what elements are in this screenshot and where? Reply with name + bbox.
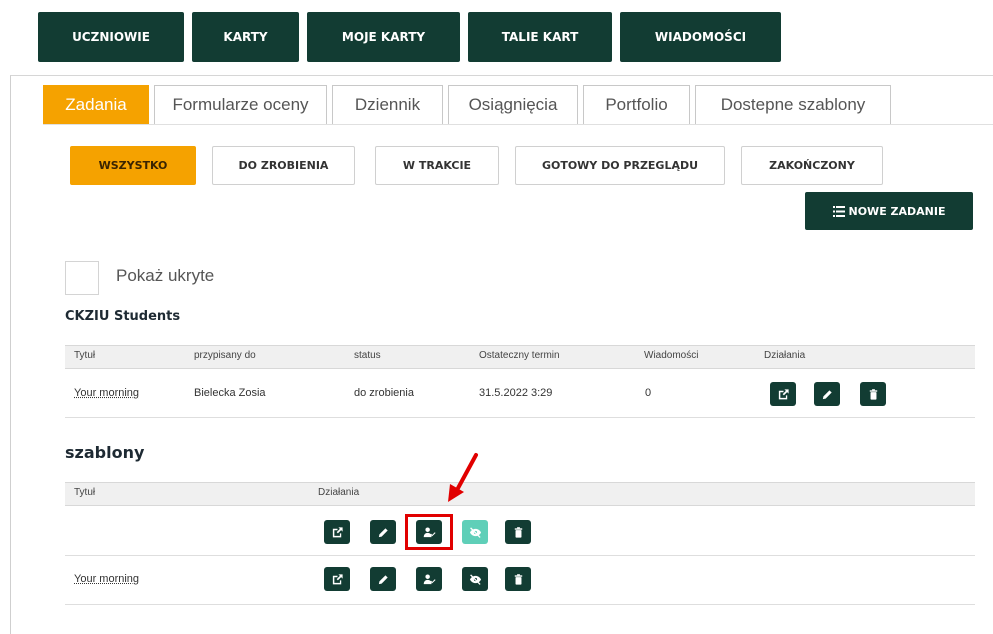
message-count: 0 — [645, 387, 652, 399]
template-title-link[interactable]: Your morning — [74, 573, 139, 585]
new-task-label: NOWE ZADANIE — [848, 204, 946, 218]
col-actions: Działania — [318, 487, 360, 498]
open-template-button[interactable] — [324, 520, 350, 544]
tab-dziennik[interactable]: Dziennik — [332, 85, 443, 124]
tab-bar: Zadania Formularze oceny Dziennik Osiągn… — [43, 85, 891, 124]
delete-template-button[interactable] — [505, 567, 531, 591]
col-title: Tytuł — [74, 487, 96, 498]
col-status: status — [354, 350, 381, 361]
hide-template-button[interactable] — [462, 520, 488, 544]
tab-osiagniecia[interactable]: Osiągnięcia — [448, 85, 578, 124]
row-divider — [65, 417, 975, 418]
edit-template-button[interactable] — [370, 567, 396, 591]
assign-template-button[interactable] — [416, 567, 442, 591]
eye-slash-icon — [469, 573, 481, 585]
status-filters: WSZYSTKO DO ZROBIENIA W TRAKCIE GOTOWY D… — [70, 146, 883, 185]
edit-task-button[interactable] — [814, 382, 840, 406]
task-status: do zrobienia — [354, 387, 414, 399]
trash-icon — [514, 526, 522, 538]
external-link-icon — [332, 573, 343, 584]
assign-user-icon — [423, 573, 436, 584]
list-icon — [832, 205, 845, 217]
group-title-templates: szablony — [65, 443, 145, 462]
open-task-button[interactable] — [770, 382, 796, 406]
nav-wiadomosci-button[interactable]: WIADOMOŚCI — [620, 12, 781, 62]
students-table-header: Tytuł przypisany do status Ostateczny te… — [65, 345, 975, 369]
filter-w-trakcie-button[interactable]: W TRAKCIE — [375, 146, 499, 185]
new-task-button[interactable]: NOWE ZADANIE — [805, 192, 973, 230]
col-assigned: przypisany do — [194, 350, 256, 361]
col-title: Tytuł — [74, 350, 96, 361]
col-deadline: Ostateczny termin — [479, 350, 560, 361]
nav-moje-karty-button[interactable]: MOJE KARTY — [307, 12, 460, 62]
templates-table-header: Tytuł Działania — [65, 482, 975, 506]
task-title-link[interactable]: Your morning — [74, 387, 139, 399]
col-actions: Działania — [764, 350, 806, 361]
task-deadline: 31.5.2022 3:29 — [479, 387, 553, 399]
group-title-students: CKZIU Students — [65, 309, 181, 324]
delete-template-button[interactable] — [505, 520, 531, 544]
filter-gotowy-do-przegladu-button[interactable]: GOTOWY DO PRZEGLĄDU — [515, 146, 725, 185]
nav-karty-button[interactable]: KARTY — [192, 12, 299, 62]
tab-portfolio[interactable]: Portfolio — [583, 85, 690, 124]
trash-icon — [514, 573, 522, 585]
row-divider — [65, 604, 975, 605]
tab-zadania[interactable]: Zadania — [43, 85, 149, 124]
tab-dostepne-szablony[interactable]: Dostepne szablony — [695, 85, 891, 124]
highlight-box — [405, 514, 453, 550]
show-hidden-checkbox[interactable] — [65, 261, 99, 295]
filter-do-zrobienia-button[interactable]: DO ZROBIENIA — [212, 146, 355, 185]
tab-underline — [43, 124, 993, 125]
tab-formularze-oceny[interactable]: Formularze oceny — [154, 85, 327, 124]
pencil-icon — [378, 527, 388, 537]
delete-task-button[interactable] — [860, 382, 886, 406]
assigned-to: Bielecka Zosia — [194, 387, 266, 399]
top-nav: UCZNIOWIE KARTY MOJE KARTY TALIE KART WI… — [38, 12, 781, 62]
row-divider — [65, 555, 975, 556]
open-template-button[interactable] — [324, 567, 350, 591]
filter-wszystko-button[interactable]: WSZYSTKO — [70, 146, 196, 185]
trash-icon — [869, 388, 877, 400]
nav-talie-kart-button[interactable]: TALIE KART — [468, 12, 612, 62]
pencil-icon — [378, 574, 388, 584]
red-arrow-icon — [448, 453, 478, 502]
external-link-icon — [332, 526, 343, 537]
eye-slash-icon — [469, 526, 481, 538]
col-messages: Wiadomości — [644, 350, 699, 361]
show-hidden-label: Pokaż ukryte — [116, 266, 215, 285]
external-link-icon — [778, 388, 789, 399]
filter-zakonczony-button[interactable]: ZAKOŃCZONY — [741, 146, 883, 185]
nav-uczniowie-button[interactable]: UCZNIOWIE — [38, 12, 184, 62]
hide-template-button[interactable] — [462, 567, 488, 591]
pencil-icon — [822, 389, 832, 399]
edit-template-button[interactable] — [370, 520, 396, 544]
